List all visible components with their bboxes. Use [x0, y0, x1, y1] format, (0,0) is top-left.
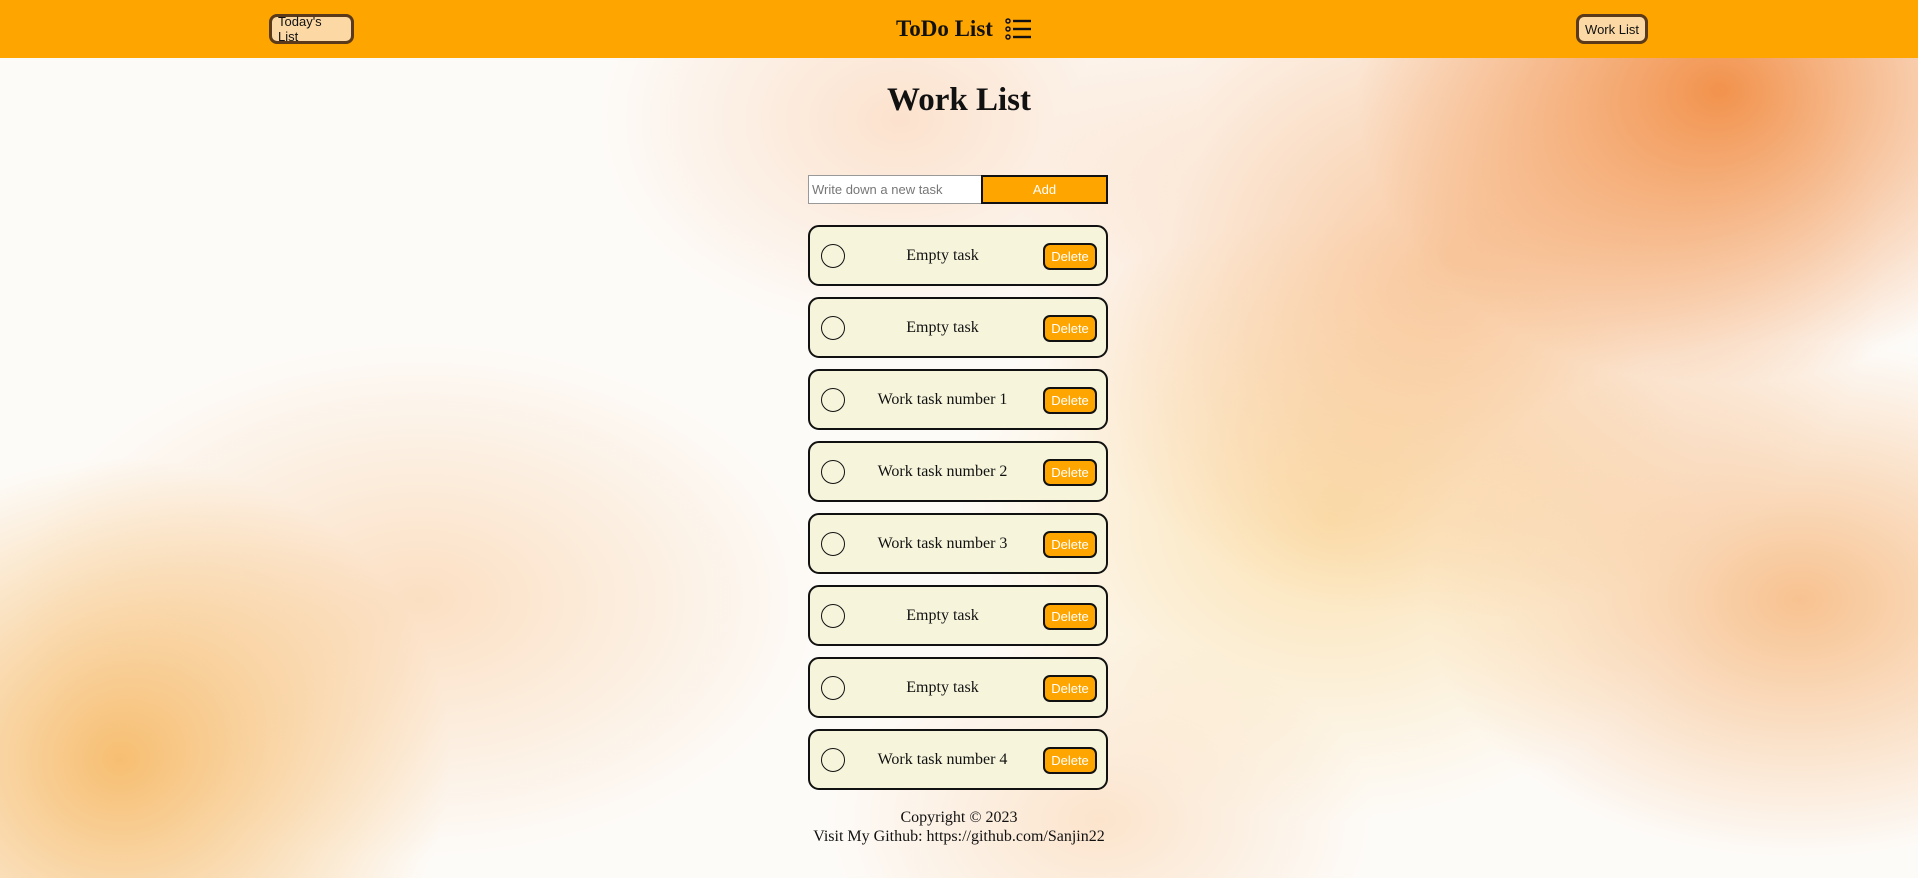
task-checkbox-circle[interactable]	[821, 532, 845, 556]
task-item: Empty task Delete	[808, 657, 1108, 718]
task-item: Empty task Delete	[808, 297, 1108, 358]
task-text: Work task number 4	[877, 750, 1008, 768]
delete-task-button[interactable]: Delete	[1043, 747, 1097, 774]
page-title: Work List	[887, 82, 1031, 118]
task-text: Empty task	[906, 246, 979, 264]
task-checkbox-circle[interactable]	[821, 388, 845, 412]
task-checkbox-circle[interactable]	[821, 244, 845, 268]
add-task-button[interactable]: Add	[981, 175, 1108, 204]
task-text: Work task number 3	[877, 534, 1008, 552]
task-text: Work task number 1	[877, 390, 1008, 408]
task-text: Empty task	[906, 678, 979, 696]
task-item: Work task number 2 Delete	[808, 441, 1108, 502]
task-item: Work task number 3 Delete	[808, 513, 1108, 574]
delete-task-button[interactable]: Delete	[1043, 603, 1097, 630]
footer: Copyright © 2023 Visit My Github: https:…	[709, 808, 1209, 846]
task-text: Empty task	[906, 606, 979, 624]
task-checkbox-circle[interactable]	[821, 316, 845, 340]
new-task-input[interactable]	[808, 175, 982, 204]
delete-task-button[interactable]: Delete	[1043, 315, 1097, 342]
list-icon	[1005, 17, 1033, 41]
top-navbar: Today's List ToDo List Work List	[0, 0, 1918, 58]
task-item: Work task number 1 Delete	[808, 369, 1108, 430]
app-title: ToDo List	[896, 16, 993, 41]
task-item: Empty task Delete	[808, 225, 1108, 286]
task-checkbox-circle[interactable]	[821, 676, 845, 700]
todays-list-button[interactable]: Today's List	[269, 14, 354, 44]
task-checkbox-circle[interactable]	[821, 748, 845, 772]
brand: ToDo List	[896, 12, 1033, 46]
delete-task-button[interactable]: Delete	[1043, 459, 1097, 486]
copyright-text: Copyright © 2023	[900, 809, 1018, 826]
github-link[interactable]: Visit My Github: https://github.com/Sanj…	[709, 827, 1209, 846]
delete-task-button[interactable]: Delete	[1043, 243, 1097, 270]
delete-task-button[interactable]: Delete	[1043, 675, 1097, 702]
task-checkbox-circle[interactable]	[821, 460, 845, 484]
task-item: Work task number 4 Delete	[808, 729, 1108, 790]
work-list-button[interactable]: Work List	[1576, 14, 1648, 44]
delete-task-button[interactable]: Delete	[1043, 387, 1097, 414]
task-item: Empty task Delete	[808, 585, 1108, 646]
delete-task-button[interactable]: Delete	[1043, 531, 1097, 558]
task-text: Work task number 2	[877, 462, 1008, 480]
task-checkbox-circle[interactable]	[821, 604, 845, 628]
task-text: Empty task	[906, 318, 979, 336]
